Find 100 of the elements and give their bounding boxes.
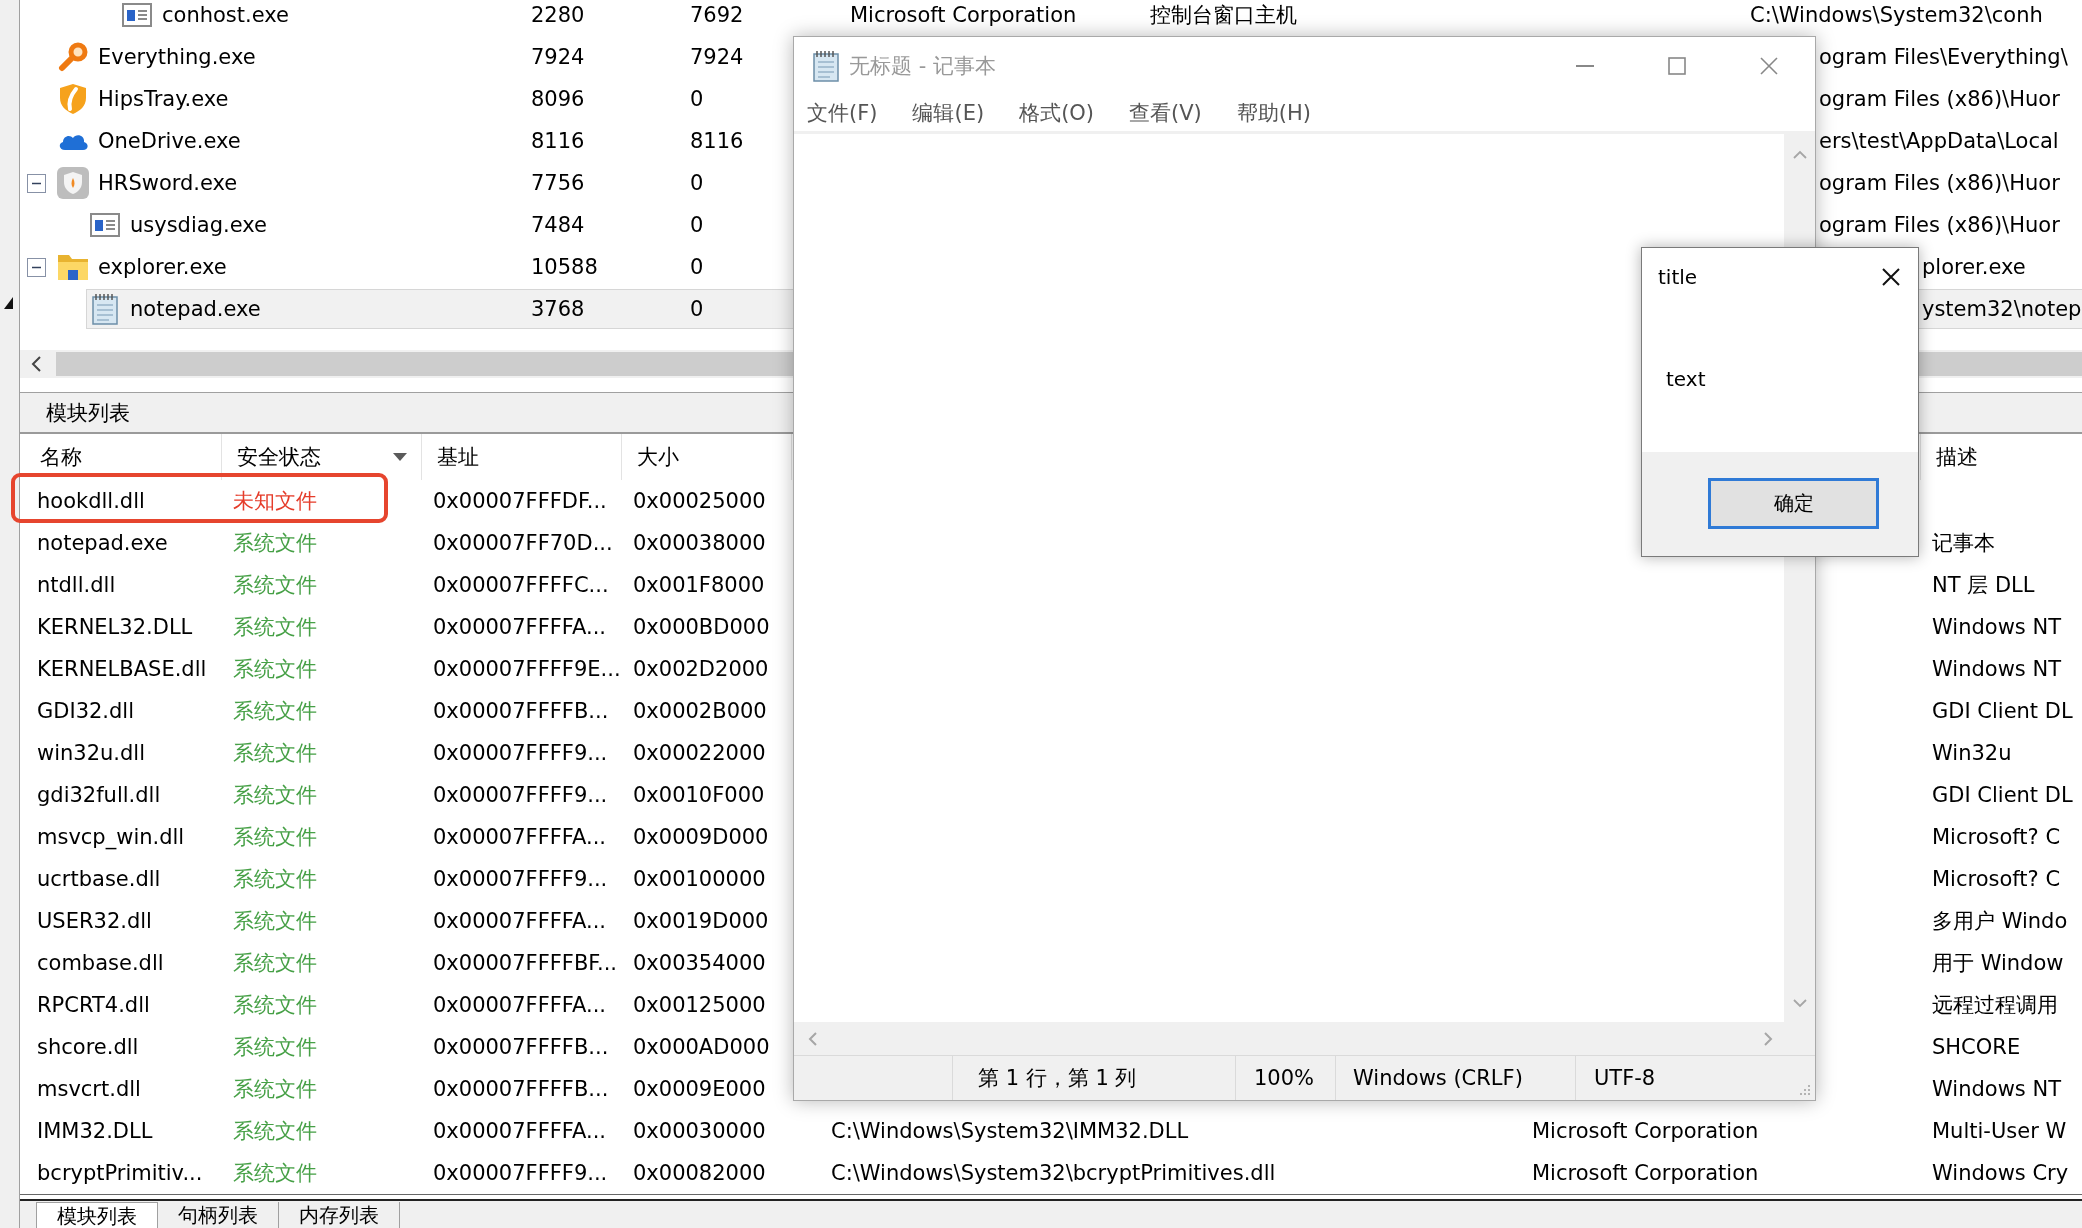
table-cell: plorer.exe bbox=[1922, 255, 2026, 279]
table-cell: 10588 bbox=[531, 255, 598, 279]
table-cell: 0 bbox=[690, 297, 704, 321]
table-cell: 8116 bbox=[690, 129, 744, 153]
module-name: msvcp_win.dll bbox=[37, 825, 185, 849]
status-label: 系统文件 bbox=[233, 909, 317, 933]
table-cell: 0 bbox=[690, 255, 704, 279]
table-cell: ogram Files\Everything\ bbox=[1819, 45, 2068, 69]
status-label: 系统文件 bbox=[233, 1119, 317, 1143]
module-name: KERNELBASE.dll bbox=[37, 657, 207, 681]
table-cell: 0x000AD000 bbox=[633, 1035, 770, 1059]
table-cell: 0x00007FFFF9... bbox=[433, 741, 608, 765]
table-cell: 0x00007FFFFA... bbox=[433, 825, 606, 849]
module-name: combase.dll bbox=[37, 951, 164, 975]
table-cell: NT 层 DLL bbox=[1932, 573, 2035, 597]
table-cell: 3768 bbox=[531, 297, 585, 321]
status-label: 系统文件 bbox=[233, 1161, 317, 1185]
status-text: UTF-8 bbox=[1594, 1066, 1656, 1090]
table-cell: 0x00007FFFFA... bbox=[433, 1119, 606, 1143]
table-cell: 0x0009E000 bbox=[633, 1077, 766, 1101]
status-label: 系统文件 bbox=[233, 1077, 317, 1101]
table-cell: 7756 bbox=[531, 171, 585, 195]
table-cell: ers\test\AppData\Local bbox=[1819, 129, 2059, 153]
module-name: win32u.dll bbox=[37, 741, 146, 765]
module-name: USER32.dll bbox=[37, 909, 152, 933]
table-cell: 7924 bbox=[690, 45, 744, 69]
table-cell: 0x00007FFFFC... bbox=[433, 573, 609, 597]
panel-title: 模块列表 bbox=[46, 399, 130, 427]
table-cell: 8096 bbox=[531, 87, 585, 111]
process-name: notepad.exe bbox=[130, 297, 261, 321]
table-cell: 0x00354000 bbox=[633, 951, 766, 975]
status-label: 系统文件 bbox=[233, 993, 317, 1017]
table-cell: 控制台窗口主机 bbox=[1150, 3, 1297, 27]
table-cell: Windows NT bbox=[1932, 615, 2061, 639]
table-cell: 0x00100000 bbox=[633, 867, 766, 891]
table-cell: Microsoft? C bbox=[1932, 867, 2061, 891]
table-cell: GDI Client DL bbox=[1932, 783, 2073, 807]
table-cell: SHCORE bbox=[1932, 1035, 2021, 1059]
table-cell: 0x00007FF70D... bbox=[433, 531, 613, 555]
table-cell: 0x00007FFFF9... bbox=[433, 783, 608, 807]
status-label: 系统文件 bbox=[233, 531, 317, 555]
table-cell: 0x001F8000 bbox=[633, 573, 765, 597]
table-cell: Windows NT bbox=[1932, 657, 2061, 681]
table-cell: 多用户 Windo bbox=[1932, 909, 2068, 933]
process-name: OneDrive.exe bbox=[98, 129, 241, 153]
status-label: 系统文件 bbox=[233, 573, 317, 597]
dialog-title: title bbox=[1658, 265, 1698, 289]
table-cell: 0x00007FFFFA... bbox=[433, 615, 606, 639]
table-cell: 0x0010F000 bbox=[633, 783, 765, 807]
status-label: 系统文件 bbox=[233, 951, 317, 975]
process-name: usysdiag.exe bbox=[130, 213, 267, 237]
table-cell: Windows Cry bbox=[1932, 1161, 2069, 1185]
table-cell: 0x00007FFFF9... bbox=[433, 867, 608, 891]
table-cell: ogram Files (x86)\Huor bbox=[1819, 87, 2060, 111]
table-cell: 2280 bbox=[531, 3, 585, 27]
status-label: 系统文件 bbox=[233, 825, 317, 849]
table-cell: 用于 Window bbox=[1932, 951, 2064, 975]
table-cell: 0x00038000 bbox=[633, 531, 766, 555]
table-cell: ogram Files (x86)\Huor bbox=[1819, 171, 2060, 195]
status-label: 系统文件 bbox=[233, 1035, 317, 1059]
table-cell: 0x00022000 bbox=[633, 741, 766, 765]
table-cell: 0x000BD000 bbox=[633, 615, 770, 639]
status-label: 系统文件 bbox=[233, 867, 317, 891]
table-cell: 0 bbox=[690, 171, 704, 195]
process-name: conhost.exe bbox=[162, 3, 289, 27]
table-cell: GDI Client DL bbox=[1932, 699, 2073, 723]
table-cell: Windows NT bbox=[1932, 1077, 2061, 1101]
table-cell: 0 bbox=[690, 87, 704, 111]
status-text: 100% bbox=[1254, 1066, 1315, 1090]
module-name: gdi32full.dll bbox=[37, 783, 161, 807]
module-name: ntdll.dll bbox=[37, 573, 116, 597]
process-name: HipsTray.exe bbox=[98, 87, 229, 111]
table-cell: 0x0019D000 bbox=[633, 909, 769, 933]
table-cell: 0x00125000 bbox=[633, 993, 766, 1017]
process-name: Everything.exe bbox=[98, 45, 256, 69]
dialog-message: text bbox=[1666, 367, 1706, 391]
table-cell: 7692 bbox=[690, 3, 744, 27]
table-cell: ystem32\notep bbox=[1922, 297, 2082, 321]
table-cell: 0x00007FFFFBF... bbox=[433, 951, 618, 975]
table-cell: 0x0009D000 bbox=[633, 825, 769, 849]
module-name: bcryptPrimitiv... bbox=[37, 1161, 203, 1185]
table-cell: 0x00007FFFF9E... bbox=[433, 657, 621, 681]
table-cell: 0x00007FFFFB... bbox=[433, 1035, 609, 1059]
status-label: 系统文件 bbox=[233, 699, 317, 723]
status-text: 第 1 行，第 1 列 bbox=[978, 1065, 1137, 1092]
table-cell: 0x00007FFFDF... bbox=[433, 489, 607, 513]
table-cell: 0x00025000 bbox=[633, 489, 766, 513]
module-name: IMM32.DLL bbox=[37, 1119, 153, 1143]
table-cell: 0x00082000 bbox=[633, 1161, 766, 1185]
table-cell: 7484 bbox=[531, 213, 585, 237]
window-title: 无标题 - 记事本 bbox=[849, 52, 996, 80]
module-name: notepad.exe bbox=[37, 531, 168, 555]
table-cell: 0x00007FFFFB... bbox=[433, 1077, 609, 1101]
module-name: ucrtbase.dll bbox=[37, 867, 161, 891]
table-cell: 0 bbox=[690, 213, 704, 237]
table-cell: ogram Files (x86)\Huor bbox=[1819, 213, 2060, 237]
table-cell: 0x00007FFFFB... bbox=[433, 699, 609, 723]
module-name: GDI32.dll bbox=[37, 699, 135, 723]
module-name: hookdll.dll bbox=[37, 489, 145, 513]
table-cell: Win32u bbox=[1932, 741, 2012, 765]
